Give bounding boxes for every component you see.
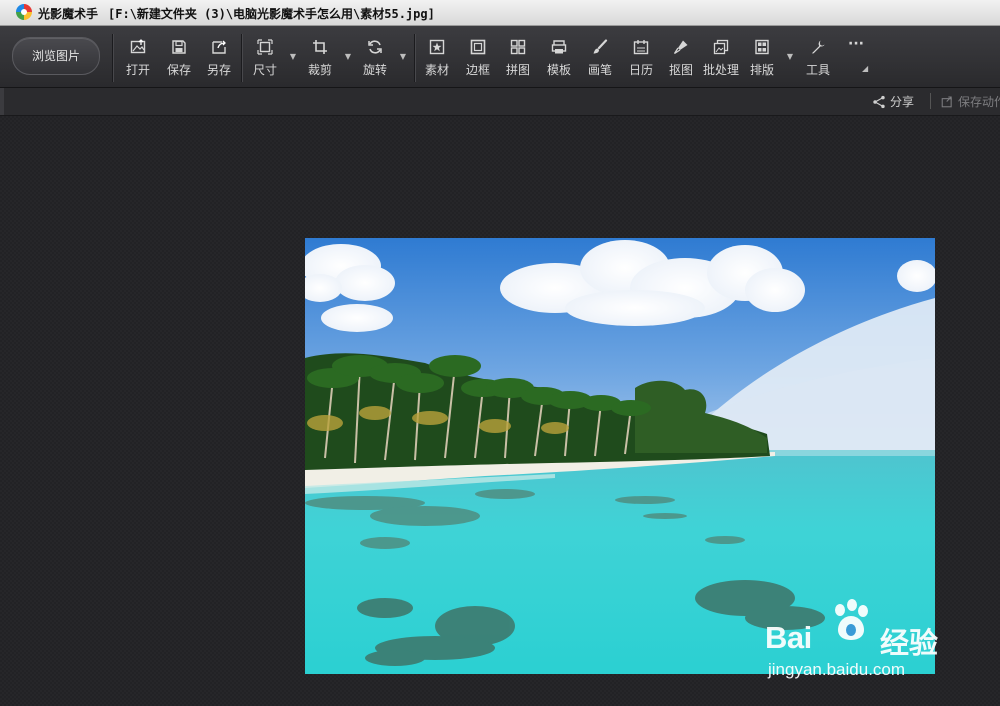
save-label: 保存 <box>166 63 191 77</box>
tools-button[interactable]: 工具 <box>798 39 838 79</box>
star-frame-icon <box>429 39 445 55</box>
file-path: [F:\新建文件夹 (3)\电脑光影魔术手怎么用\素材55.jpg] <box>108 7 435 21</box>
save-icon <box>172 40 186 54</box>
watermark-brand: Bai <box>765 620 812 655</box>
resize-icon <box>257 39 273 55</box>
save-as-label: 另存 <box>206 63 231 77</box>
app-logo-icon <box>16 4 32 20</box>
rotate-button[interactable]: 旋转 <box>355 39 395 79</box>
save-action-label: 保存动作 <box>958 95 1000 109</box>
toolbar-divider <box>241 34 242 82</box>
frame-icon <box>470 39 486 55</box>
window-title: 光影魔术手 [F:\新建文件夹 (3)\电脑光影魔术手怎么用\素材55.jpg] <box>38 5 435 22</box>
tools-label: 工具 <box>805 63 830 77</box>
calendar-label: 日历 <box>628 63 653 77</box>
layout-icon <box>755 39 769 55</box>
subbar-edge <box>0 88 4 115</box>
subbar-divider <box>930 93 931 109</box>
grid-icon <box>510 39 526 55</box>
batch-button[interactable]: 批处理 <box>701 39 741 79</box>
watermark-brand-cn: 经验 <box>880 626 939 660</box>
share-icon <box>873 95 885 108</box>
browse-images-button[interactable]: 浏览图片 <box>12 37 100 75</box>
open-button[interactable]: 打开 <box>118 39 158 79</box>
layout-button[interactable]: 排版 <box>742 39 782 79</box>
watermark-url: jingyan.baidu.com <box>768 660 906 679</box>
rotate-icon <box>368 40 382 54</box>
template-button[interactable]: 模板 <box>539 39 579 79</box>
crop-icon <box>313 40 327 54</box>
material-label: 素材 <box>424 63 449 77</box>
wrench-icon <box>811 40 825 54</box>
sub-toolbar: 分享 保存动作 <box>0 88 1000 116</box>
crop-dropdown-caret[interactable]: ▼ <box>344 52 352 61</box>
save-as-icon <box>212 40 226 54</box>
rotate-label: 旋转 <box>362 63 387 77</box>
share-button[interactable]: 分享 <box>872 93 914 111</box>
more-button[interactable]: ··· <box>844 36 868 56</box>
toolbar-divider <box>414 34 415 82</box>
template-icon <box>551 40 567 54</box>
size-dropdown-caret[interactable]: ▼ <box>289 52 297 61</box>
paw-icon <box>835 599 868 640</box>
layout-dropdown-caret[interactable]: ▼ <box>786 52 794 61</box>
expand-corner-icon[interactable]: ◢ <box>862 64 868 73</box>
calendar-icon <box>633 40 649 55</box>
crop-button[interactable]: 裁剪 <box>300 39 340 79</box>
brush-label: 画笔 <box>587 63 612 77</box>
title-bar: 光影魔术手 [F:\新建文件夹 (3)\电脑光影魔术手怎么用\素材55.jpg] <box>0 0 1000 26</box>
app-name: 光影魔术手 <box>38 7 99 21</box>
open-label: 打开 <box>125 63 150 77</box>
pen-icon <box>673 40 688 55</box>
share-label: 分享 <box>890 95 915 109</box>
brush-icon <box>593 39 608 54</box>
template-label: 模板 <box>546 63 571 77</box>
brush-button[interactable]: 画笔 <box>580 39 620 79</box>
cutout-label: 抠图 <box>668 63 693 77</box>
layout-label: 排版 <box>749 63 774 77</box>
stack-icon <box>713 39 729 55</box>
open-image-icon <box>130 39 146 54</box>
crop-label: 裁剪 <box>307 63 332 77</box>
save-action-button[interactable]: 保存动作 <box>941 93 1000 110</box>
rotate-dropdown-caret[interactable]: ▼ <box>399 52 407 61</box>
toolbar-divider <box>112 34 113 82</box>
material-button[interactable]: 素材 <box>417 39 457 79</box>
main-toolbar: 浏览图片 打开 保存 另存 尺寸 ▼ 裁剪 ▼ 旋转 ▼ 素材 边框 拼图 模板… <box>0 26 1000 88</box>
collage-button[interactable]: 拼图 <box>498 39 538 79</box>
calendar-button[interactable]: 日历 <box>621 39 661 79</box>
cutout-button[interactable]: 抠图 <box>661 39 701 79</box>
border-label: 边框 <box>465 63 490 77</box>
border-button[interactable]: 边框 <box>458 39 498 79</box>
size-button[interactable]: 尺寸 <box>245 39 285 79</box>
batch-label: 批处理 <box>702 63 739 77</box>
baidu-watermark: Bai 经验 jingyan.baidu.com <box>765 598 985 684</box>
size-label: 尺寸 <box>252 63 277 77</box>
save-button[interactable]: 保存 <box>159 39 199 79</box>
save-action-icon <box>941 96 952 108</box>
collage-label: 拼图 <box>505 63 530 77</box>
save-as-button[interactable]: 另存 <box>199 39 239 79</box>
